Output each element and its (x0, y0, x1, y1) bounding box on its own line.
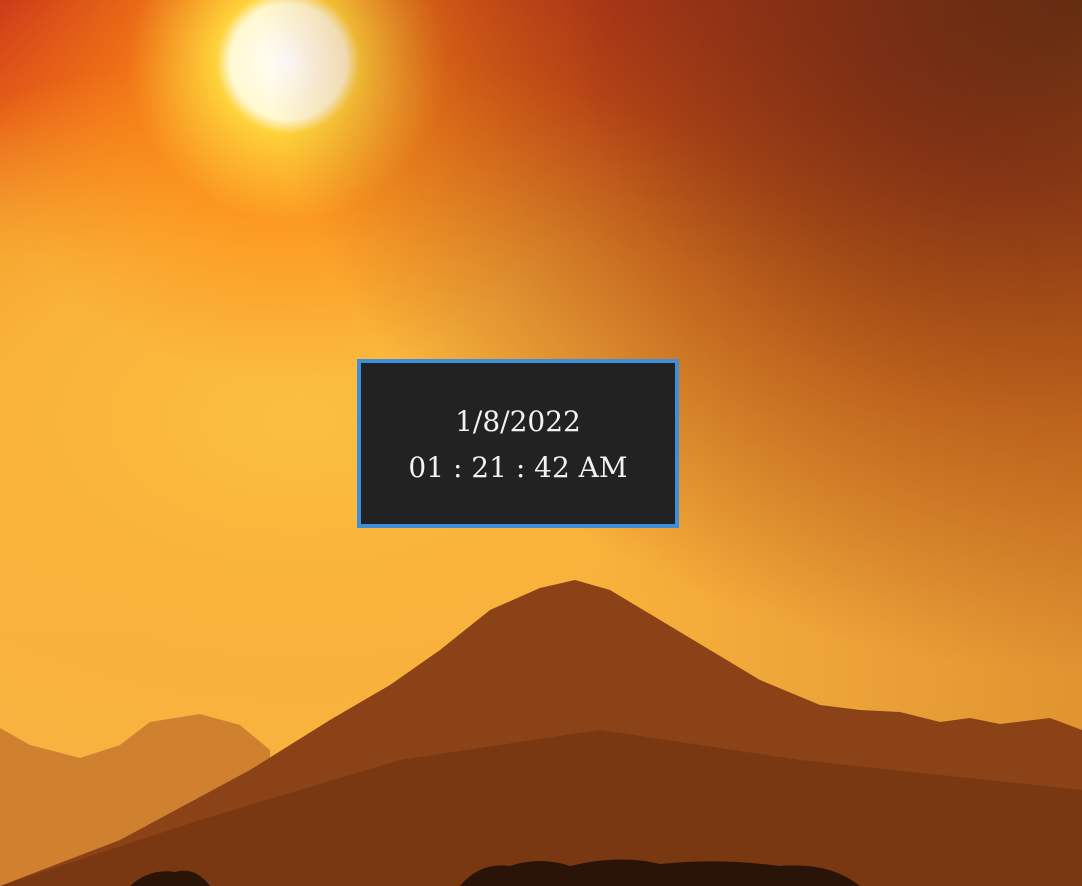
clock-widget: 1/8/2022 01 : 21 : 42 AM (357, 359, 679, 528)
clock-date: 1/8/2022 (455, 405, 581, 438)
clock-time: 01 : 21 : 42 AM (408, 451, 628, 484)
